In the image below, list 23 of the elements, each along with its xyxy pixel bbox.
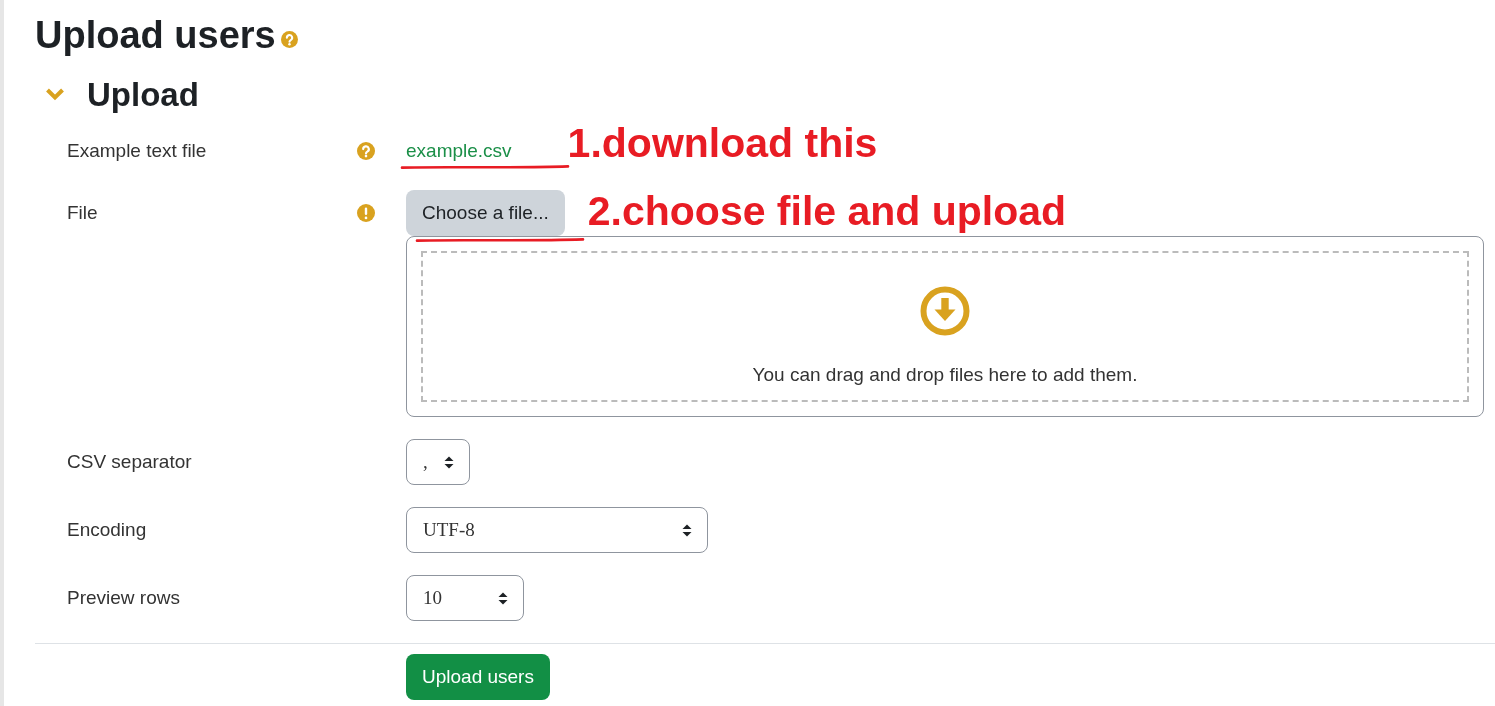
- help-icon[interactable]: [280, 31, 298, 48]
- field-label: File: [66, 200, 98, 225]
- section-title[interactable]: Upload: [87, 74, 199, 115]
- select-field[interactable]: ,: [406, 439, 470, 486]
- field-label: Encoding: [66, 517, 147, 542]
- updown-caret-icon: [682, 523, 692, 537]
- annotation-text: 1.download this: [567, 122, 878, 164]
- dropzone-panel[interactable]: You can drag and drop files here to add them.: [406, 236, 1484, 418]
- upload-users-button[interactable]: Upload users: [406, 654, 550, 701]
- file-link[interactable]: example.csv: [406, 136, 512, 166]
- select-field[interactable]: UTF-8: [406, 507, 708, 554]
- help-icon[interactable]: [357, 142, 375, 161]
- page-title: Upload users: [35, 13, 276, 58]
- choose-file-button[interactable]: Choose a file...: [406, 190, 565, 237]
- updown-caret-icon: [444, 455, 454, 469]
- dropzone-hint: You can drag and drop files here to add them.: [752, 363, 1138, 388]
- field-label: Preview rows: [66, 585, 180, 610]
- updown-caret-icon: [498, 591, 508, 605]
- chevron-icon[interactable]: [45, 87, 65, 102]
- field-label: Example text file: [66, 138, 207, 163]
- annotation-text: 2.choose file and upload: [587, 190, 1067, 232]
- select-field[interactable]: 10: [406, 575, 524, 622]
- field-label: CSV separator: [66, 449, 192, 474]
